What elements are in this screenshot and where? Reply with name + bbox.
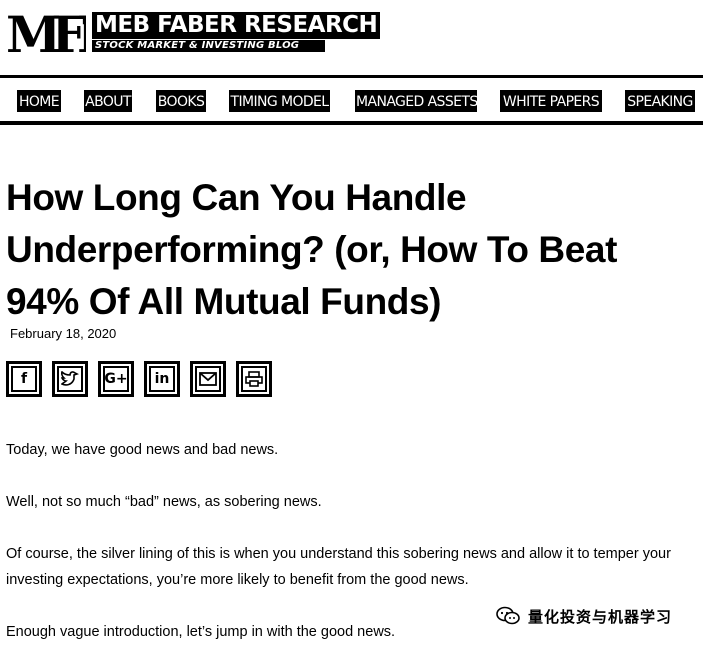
nav-item-white-papers[interactable]: WHITE PAPERS bbox=[500, 90, 602, 112]
share-email-button[interactable] bbox=[190, 361, 226, 397]
email-icon bbox=[195, 366, 221, 392]
article-title: How Long Can You Handle Underperforming?… bbox=[6, 177, 618, 322]
brand-tagline: STOCK MARKET & INVESTING BLOG bbox=[92, 40, 325, 52]
mfr-logo[interactable]: MFR bbox=[6, 8, 86, 58]
share-print-button[interactable] bbox=[236, 361, 272, 397]
wechat-watermark: 量化投资与机器学习 bbox=[496, 601, 675, 631]
share-facebook-button[interactable]: f bbox=[6, 361, 42, 397]
print-icon bbox=[241, 366, 267, 392]
watermark-text: 量化投资与机器学习 bbox=[526, 605, 675, 627]
article-paragraph: Today, we have good news and bad news. bbox=[6, 442, 279, 458]
nav-item-about[interactable]: ABOUT bbox=[84, 90, 132, 112]
main-nav: HOME ABOUT BOOKS TIMING MODEL MANAGED AS… bbox=[0, 90, 703, 112]
nav-item-speaking[interactable]: SPEAKING bbox=[625, 90, 695, 112]
article-date: February 18, 2020 bbox=[10, 326, 117, 341]
share-twitter-button[interactable] bbox=[52, 361, 88, 397]
nav-top-rule bbox=[0, 75, 703, 78]
share-google-plus-button[interactable]: G+ bbox=[98, 361, 134, 397]
share-linkedin-button[interactable]: in bbox=[144, 361, 180, 397]
brand[interactable]: MEB FABER RESEARCH STOCK MARKET & INVEST… bbox=[92, 12, 381, 52]
nav-item-managed-assets[interactable]: MANAGED ASSETS bbox=[355, 90, 478, 112]
wechat-icon bbox=[496, 606, 520, 625]
nav-item-home[interactable]: HOME bbox=[17, 90, 61, 112]
logo-letters: MFR bbox=[6, 8, 86, 58]
article-paragraph: Of course, the silver lining of this is … bbox=[6, 546, 671, 588]
nav-item-timing-model[interactable]: TIMING MODEL bbox=[229, 90, 330, 112]
facebook-icon: f bbox=[11, 366, 37, 392]
nav-item-books[interactable]: BOOKS bbox=[156, 90, 206, 112]
nav-bottom-rule bbox=[0, 121, 703, 125]
brand-name: MEB FABER RESEARCH bbox=[92, 12, 381, 39]
google-plus-icon: G+ bbox=[103, 366, 129, 392]
article-paragraph: Well, not so much “bad” news, as soberin… bbox=[6, 494, 322, 510]
twitter-icon bbox=[57, 366, 83, 392]
linkedin-icon: in bbox=[149, 366, 175, 392]
